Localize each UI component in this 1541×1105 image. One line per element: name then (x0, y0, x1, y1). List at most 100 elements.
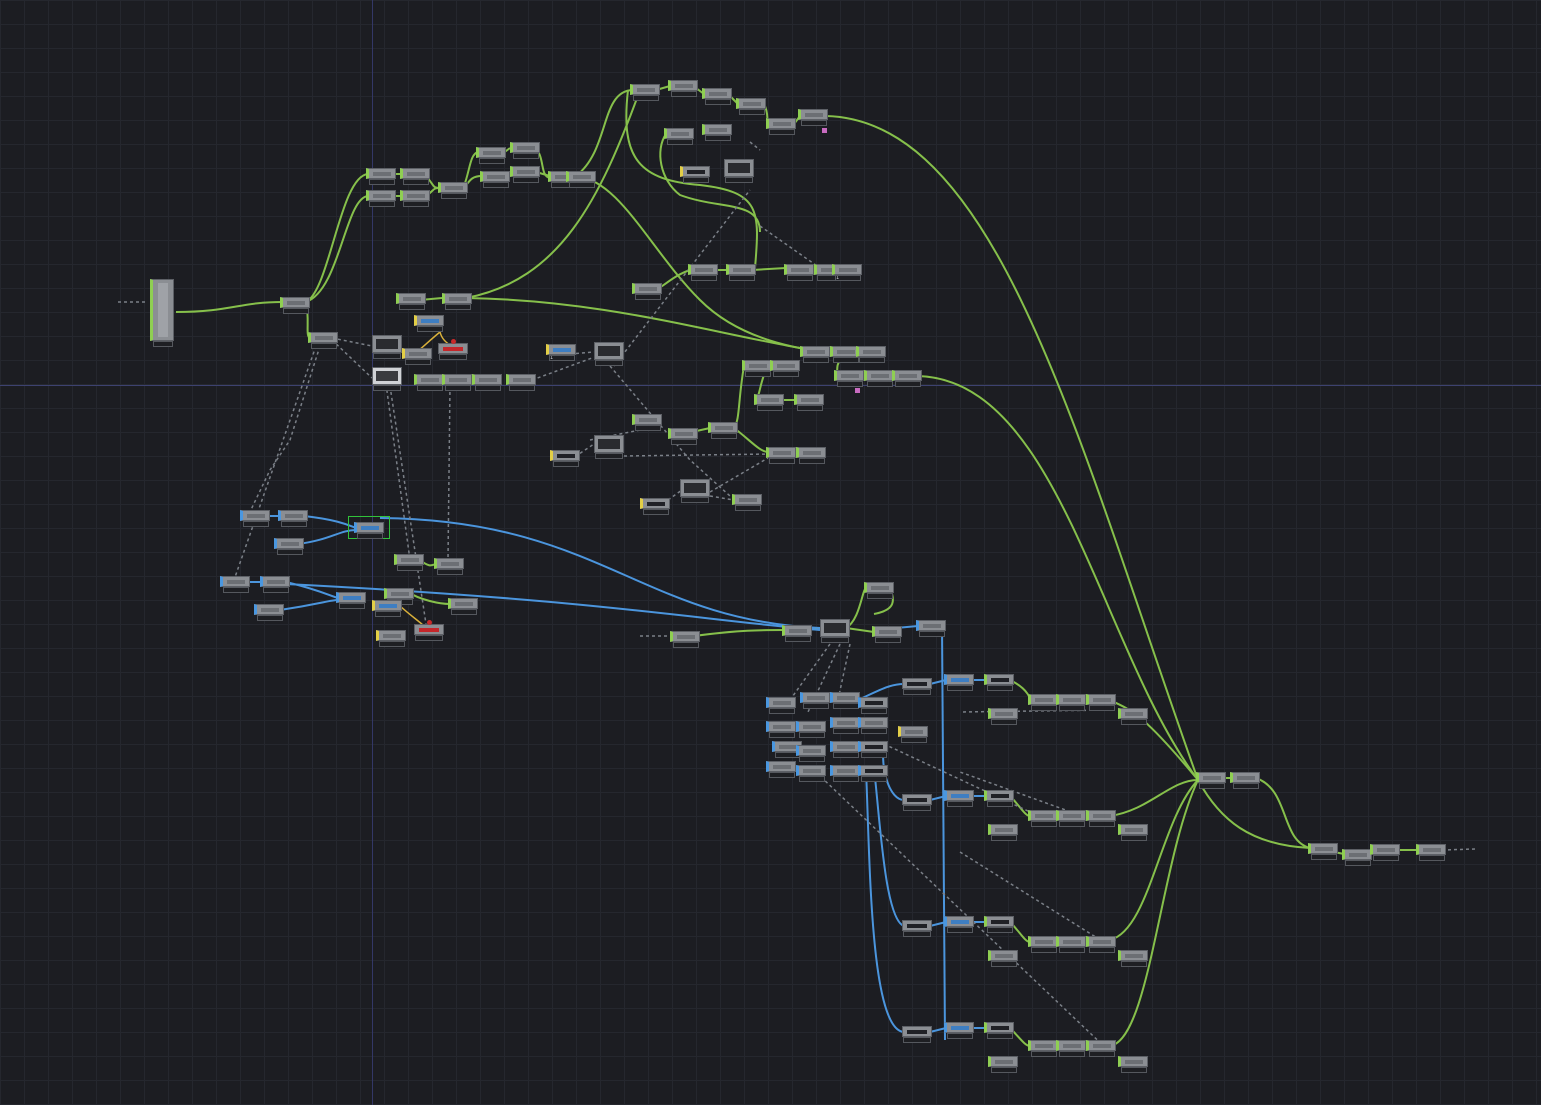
output-node[interactable] (1416, 844, 1446, 861)
node[interactable] (400, 190, 430, 207)
node[interactable] (476, 147, 506, 164)
node[interactable] (1230, 772, 1260, 789)
node[interactable] (668, 80, 698, 97)
node[interactable] (984, 674, 1014, 691)
node[interactable] (988, 708, 1018, 725)
node[interactable] (800, 346, 830, 363)
node[interactable] (472, 374, 502, 391)
node[interactable] (400, 168, 430, 185)
node[interactable] (336, 592, 366, 609)
node[interactable] (944, 790, 974, 807)
node[interactable] (726, 264, 756, 281)
node[interactable] (864, 370, 894, 387)
node[interactable] (794, 394, 824, 411)
node[interactable] (702, 88, 732, 105)
node[interactable] (856, 346, 886, 363)
node[interactable] (280, 297, 310, 314)
node[interactable] (372, 335, 402, 359)
node[interactable] (1308, 843, 1338, 860)
node[interactable] (1028, 936, 1058, 953)
node[interactable] (594, 435, 624, 459)
node[interactable] (668, 428, 698, 445)
node[interactable] (1056, 1040, 1086, 1057)
node[interactable] (988, 950, 1018, 967)
node[interactable] (240, 510, 270, 527)
node[interactable] (766, 447, 796, 464)
node[interactable] (984, 790, 1014, 807)
node[interactable] (1028, 810, 1058, 827)
node[interactable] (630, 84, 660, 101)
node[interactable] (376, 630, 406, 647)
node[interactable] (402, 348, 432, 365)
node[interactable] (1118, 824, 1148, 841)
network-editor-canvas[interactable]: 1 1 (0, 0, 1541, 1105)
node[interactable] (384, 588, 414, 605)
node[interactable] (834, 370, 864, 387)
node[interactable] (372, 600, 402, 617)
node[interactable] (766, 721, 796, 738)
node[interactable] (782, 625, 812, 642)
node[interactable] (1118, 1056, 1148, 1073)
node[interactable] (640, 498, 670, 515)
node[interactable] (858, 697, 888, 714)
node[interactable] (984, 1022, 1014, 1039)
node[interactable] (308, 332, 338, 349)
node[interactable] (442, 374, 472, 391)
node[interactable] (480, 171, 510, 188)
node[interactable] (1056, 936, 1086, 953)
node[interactable] (434, 558, 464, 575)
node[interactable] (766, 118, 796, 135)
node[interactable] (1028, 694, 1058, 711)
node[interactable] (988, 824, 1018, 841)
node[interactable] (798, 109, 828, 126)
node[interactable] (742, 360, 772, 377)
node[interactable] (864, 582, 894, 599)
node[interactable] (1118, 950, 1148, 967)
node[interactable] (916, 620, 946, 637)
node[interactable] (944, 674, 974, 691)
node[interactable] (1370, 844, 1400, 861)
node[interactable] (796, 721, 826, 738)
node[interactable] (1056, 694, 1086, 711)
node[interactable] (830, 765, 860, 782)
node[interactable] (688, 264, 718, 281)
node[interactable] (220, 576, 250, 593)
node[interactable] (1196, 772, 1226, 789)
node[interactable] (724, 159, 754, 183)
node[interactable] (506, 374, 536, 391)
node[interactable] (902, 1026, 932, 1043)
node[interactable] (902, 794, 932, 811)
node[interactable] (394, 554, 424, 571)
node[interactable] (784, 264, 814, 281)
node[interactable] (510, 142, 540, 159)
error-node[interactable] (414, 624, 444, 641)
node[interactable] (510, 166, 540, 183)
node[interactable] (278, 510, 308, 527)
node[interactable] (680, 479, 710, 503)
node[interactable] (830, 717, 860, 734)
node[interactable] (902, 920, 932, 937)
node[interactable] (796, 765, 826, 782)
node[interactable] (944, 916, 974, 933)
input-node[interactable] (150, 279, 174, 347)
node[interactable] (858, 717, 888, 734)
node[interactable] (414, 374, 444, 391)
node[interactable] (796, 447, 826, 464)
node[interactable] (898, 726, 928, 743)
node[interactable] (366, 190, 396, 207)
node[interactable] (438, 182, 468, 199)
node[interactable] (702, 124, 732, 141)
node[interactable] (830, 741, 860, 758)
node[interactable] (274, 538, 304, 555)
selected-node[interactable] (348, 516, 390, 539)
node[interactable] (736, 98, 766, 115)
node[interactable] (680, 166, 710, 183)
node[interactable] (1118, 708, 1148, 725)
node[interactable] (892, 370, 922, 387)
node[interactable] (260, 576, 290, 593)
node[interactable] (366, 168, 396, 185)
node[interactable] (830, 692, 860, 709)
node[interactable] (1086, 936, 1116, 953)
node[interactable] (944, 1022, 974, 1039)
node[interactable] (372, 367, 402, 391)
